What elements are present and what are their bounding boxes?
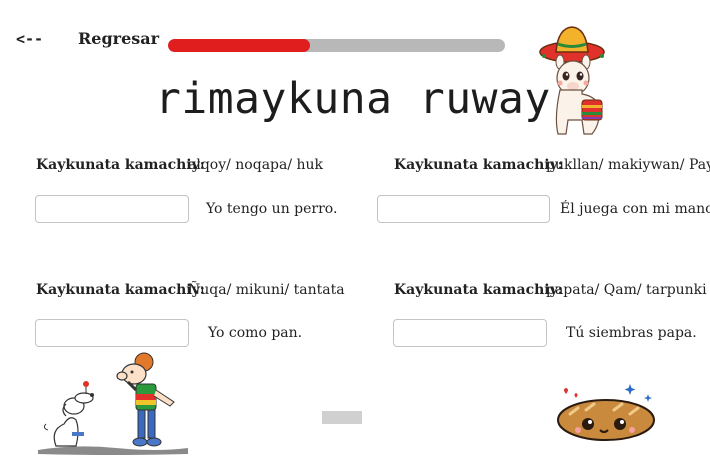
exercise-4-label: Kaykunata kamachiy:: [394, 282, 563, 298]
exercise-3-answer-input[interactable]: [35, 319, 189, 347]
exercise-2-answer-input[interactable]: [377, 195, 550, 223]
exercise-3-words: Ñuqa/ mikuni/ tantata: [188, 282, 345, 298]
exercise-1-answer-input[interactable]: [35, 195, 189, 223]
exercise-3-sentence: Yo como pan.: [208, 325, 303, 341]
exercise-2-words: pukllan/ makiywan/ Pay: [546, 157, 710, 173]
exercise-4-sentence: Tú siembras papa.: [566, 325, 697, 341]
back-button[interactable]: Regresar: [78, 29, 159, 48]
exercise-4-answer-input[interactable]: [393, 319, 547, 347]
exercise-2-sentence: Él juega con mi mano.: [560, 201, 710, 217]
boy-and-dog-illustration: [38, 352, 188, 455]
exercise-1-sentence: Yo tengo un perro.: [206, 201, 338, 217]
exercise-1-words: alqoy/ noqapa/ huk: [188, 157, 324, 173]
next-button[interactable]: [322, 411, 362, 424]
progress-bar: [168, 39, 505, 52]
back-arrow-icon[interactable]: <--: [16, 30, 43, 48]
exercise-3-label: Kaykunata kamachiy:: [36, 282, 205, 298]
cute-bread-illustration: [557, 384, 655, 441]
exercise-4-words: papata/ Qam/ tarpunki: [546, 282, 707, 298]
page-title: rimaykuna ruway: [155, 74, 551, 124]
llama-sombrero-illustration: [539, 26, 605, 135]
progress-bar-fill: [168, 39, 310, 52]
exercise-1-label: Kaykunata kamachiy:: [36, 157, 205, 173]
exercise-2-label: Kaykunata kamachiy:: [394, 157, 563, 173]
